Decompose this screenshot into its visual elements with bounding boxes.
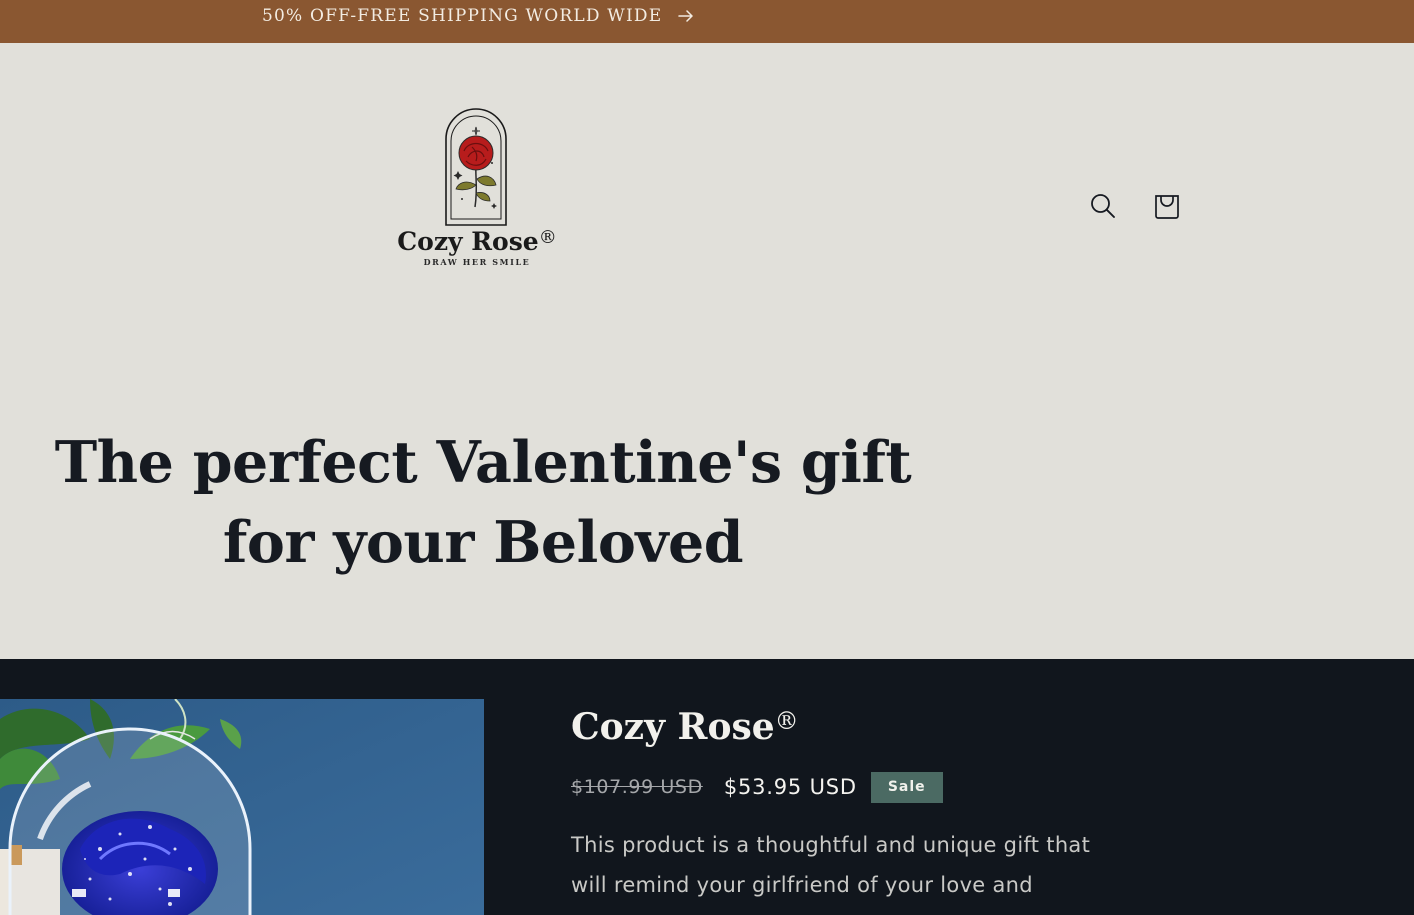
regular-price: $107.99 USD <box>571 776 703 798</box>
price-row: $107.99 USD $53.95 USD Sale <box>571 771 1171 803</box>
announcement-bar: 50% OFF-FREE SHIPPING WORLD WIDE <box>0 0 1414 43</box>
arrow-right-icon <box>678 10 694 22</box>
logo-registered-mark: ® <box>538 227 557 248</box>
cart-button[interactable] <box>1148 189 1186 227</box>
cart-icon <box>1154 192 1180 224</box>
product-info: Cozy Rose® $107.99 USD $53.95 USD Sale T… <box>571 699 1171 905</box>
search-button[interactable] <box>1084 189 1122 227</box>
product-section: Cozy Rose® $107.99 USD $53.95 USD Sale T… <box>0 659 1414 915</box>
site-header: Cozy Rose® DRAW HER SMILE The perfect Va… <box>0 43 1414 659</box>
product-title: Cozy Rose® <box>571 699 1171 749</box>
header-icons <box>1084 189 1186 227</box>
product-description: This product is a thoughtful and unique … <box>571 833 1091 897</box>
logo-name: Cozy Rose <box>397 227 539 256</box>
search-icon <box>1090 193 1116 223</box>
product-title-text: Cozy Rose <box>571 706 775 748</box>
logo[interactable]: Cozy Rose® DRAW HER SMILE <box>394 107 560 269</box>
announcement-link[interactable]: 50% OFF-FREE SHIPPING WORLD WIDE <box>262 5 694 27</box>
sale-price: $53.95 USD <box>723 775 857 799</box>
product-image[interactable] <box>0 699 484 915</box>
rose-emblem-icon <box>442 107 510 227</box>
sale-badge: Sale <box>870 771 943 803</box>
logo-wordmark: Cozy Rose® <box>394 223 560 257</box>
announcement-text: 50% OFF-FREE SHIPPING WORLD WIDE <box>262 6 663 26</box>
hero-title: The perfect Valentine's gift for your Be… <box>54 429 912 576</box>
logo-tagline: DRAW HER SMILE <box>423 257 531 267</box>
product-registered-mark: ® <box>774 707 799 735</box>
